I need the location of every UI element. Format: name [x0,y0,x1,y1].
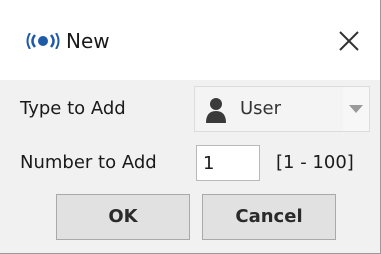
type-to-add-select[interactable]: User [194,86,370,132]
dropdown-arrow-button[interactable] [343,87,369,131]
close-icon[interactable] [336,28,362,54]
number-range-hint: [1 - 100] [276,152,354,173]
dialog-title: New [66,29,110,53]
cancel-button[interactable]: Cancel [202,194,336,240]
new-dialog: New Type to Add User Number to Add [1 - … [0,0,381,254]
user-icon [206,98,226,123]
title-bar: New [0,0,380,80]
app-logo-icon [26,33,60,49]
ok-button[interactable]: OK [56,194,190,240]
number-to-add-input[interactable] [196,145,260,181]
chevron-down-icon [349,105,363,113]
type-to-add-label: Type to Add [20,98,126,119]
number-to-add-label: Number to Add [20,152,157,173]
type-to-add-value: User [240,98,282,119]
